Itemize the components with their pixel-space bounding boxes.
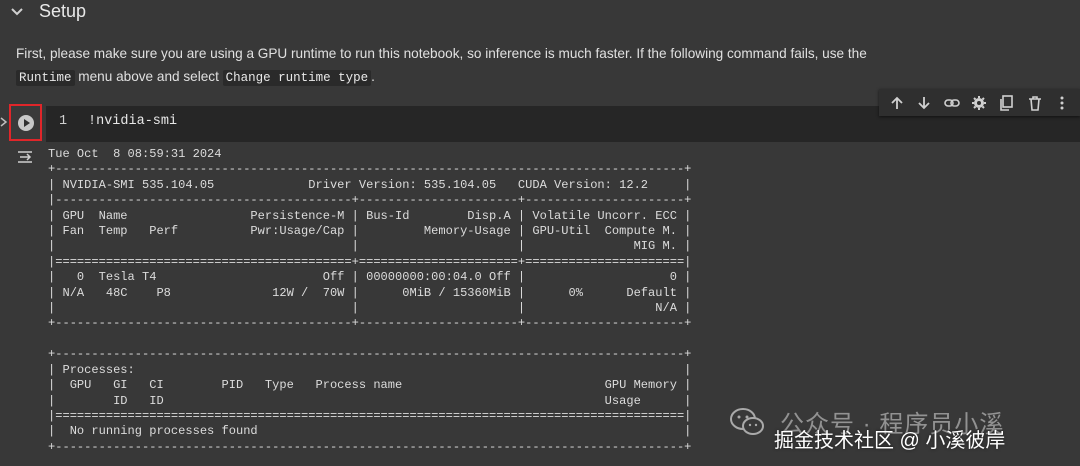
mirror-cell-icon[interactable] [999, 94, 1015, 111]
gear-icon[interactable] [971, 95, 987, 111]
cell-output: Tue Oct 8 08:59:31 2024 +---------------… [48, 147, 692, 454]
cell-drag-handle-icon[interactable] [0, 112, 9, 132]
wechat-logo-icon [730, 408, 764, 435]
section-header-setup[interactable]: Setup [0, 0, 1080, 26]
change-runtime-code-chip: Change runtime type [222, 69, 372, 86]
arrow-down-icon[interactable] [916, 95, 932, 111]
cell-toolbar [879, 89, 1080, 116]
chevron-down-icon[interactable] [10, 5, 24, 19]
line-number: 1 [59, 114, 68, 129]
delete-icon[interactable] [1027, 95, 1043, 111]
output-toggle-icon[interactable] [17, 150, 33, 164]
play-icon[interactable] [18, 115, 34, 131]
description-line1: First, please make sure you are using a … [16, 46, 867, 61]
section-title: Setup [39, 1, 87, 21]
runtime-code-chip: Runtime [16, 69, 75, 86]
description-text: First, please make sure you are using a … [16, 43, 1056, 89]
watermark: 公众号 · 程序员小溪 掘金技术社区 @ 小溪彼岸 [724, 398, 1080, 466]
code-text[interactable]: !nvidia-smi [88, 114, 177, 129]
description-middle: menu above and select [74, 68, 223, 84]
link-icon[interactable] [944, 95, 960, 111]
watermark-line2: 掘金技术社区 @ 小溪彼岸 [774, 430, 1006, 452]
run-cell-highlight[interactable] [9, 104, 42, 141]
more-vert-icon[interactable] [1054, 95, 1070, 111]
arrow-up-icon[interactable] [889, 95, 905, 111]
description-end: . [371, 68, 375, 84]
